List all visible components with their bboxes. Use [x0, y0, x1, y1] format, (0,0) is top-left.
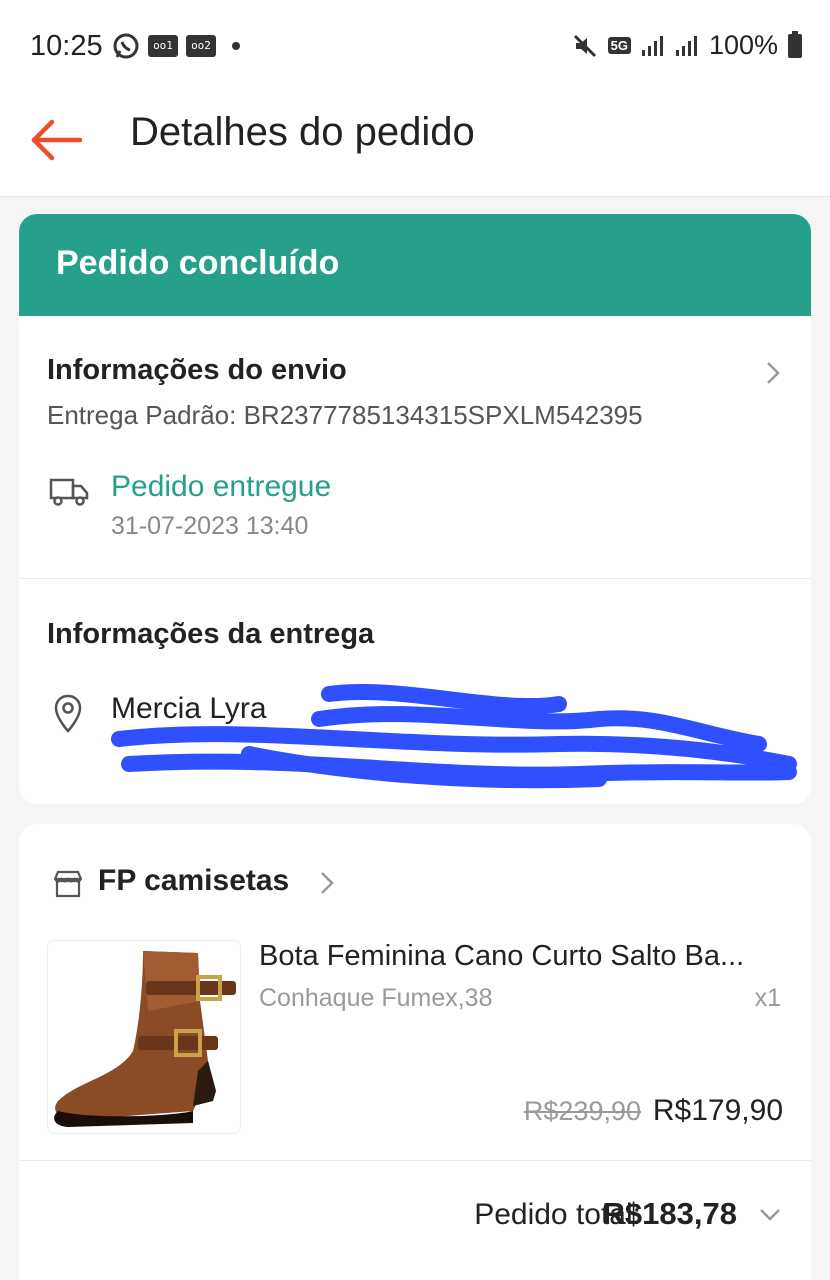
status-time: 10:25 [30, 30, 103, 62]
product-quantity: x1 [754, 984, 781, 1012]
chevron-right-icon[interactable] [319, 870, 335, 896]
status-system-icons: 5G 100% [572, 30, 802, 61]
arrow-left-icon [31, 119, 83, 161]
shop-icon [53, 870, 83, 898]
back-button[interactable] [28, 110, 88, 170]
delivery-date: 31-07-2023 13:40 [111, 512, 309, 540]
product-variant: Conhaque Fumex,38 [259, 984, 493, 1012]
order-total-value: R$183,78 [602, 1196, 737, 1231]
product-name[interactable]: Bota Feminina Cano Curto Salto Ba... [259, 940, 744, 973]
status-notification-icons: oo1 oo2 [112, 32, 240, 60]
truck-icon [49, 478, 89, 506]
product-card: FP camisetas Bota Feminina Cano Curto Sa… [19, 824, 811, 1280]
signal-icon [675, 35, 697, 56]
chevron-right-icon[interactable] [765, 360, 781, 386]
delivery-status: Pedido entregue [111, 470, 332, 503]
boot-image [54, 951, 236, 1127]
divider [19, 578, 811, 579]
signal-icon [641, 35, 663, 56]
original-price: R$239,90 [523, 1096, 641, 1126]
mute-icon [573, 34, 596, 57]
order-status-label: Pedido concluído [56, 244, 340, 282]
shop-name[interactable]: FP camisetas [98, 864, 289, 898]
network-type-icon: 5G [607, 37, 631, 54]
product-price: R$179,90 [652, 1094, 783, 1127]
voicemail-icon: oo1 [148, 35, 178, 57]
battery-percent: 100% [708, 30, 778, 60]
tracking-number: Entrega Padrão: BR2377785134315SPXLM5423… [47, 400, 643, 430]
product-image[interactable] [47, 940, 241, 1134]
redaction-scribble [111, 683, 797, 789]
page-title: Detalhes do pedido [130, 110, 475, 154]
divider [19, 1160, 811, 1161]
notification-dot [232, 42, 240, 50]
app-header: Detalhes do pedido [0, 92, 830, 197]
delivery-info-title: Informações da entrega [47, 618, 375, 650]
status-bar: 10:25 oo1 oo2 5G 100% [0, 0, 830, 92]
battery-icon [788, 30, 802, 58]
order-info-card: Pedido concluído Informações do envio En… [19, 214, 811, 804]
whatsapp-icon [113, 33, 139, 59]
order-status-banner: Pedido concluído [19, 214, 811, 316]
shipping-info-title[interactable]: Informações do envio [47, 354, 347, 387]
location-pin-icon [54, 694, 82, 733]
chevron-down-icon[interactable] [759, 1208, 781, 1222]
voicemail-icon: oo2 [186, 35, 216, 57]
